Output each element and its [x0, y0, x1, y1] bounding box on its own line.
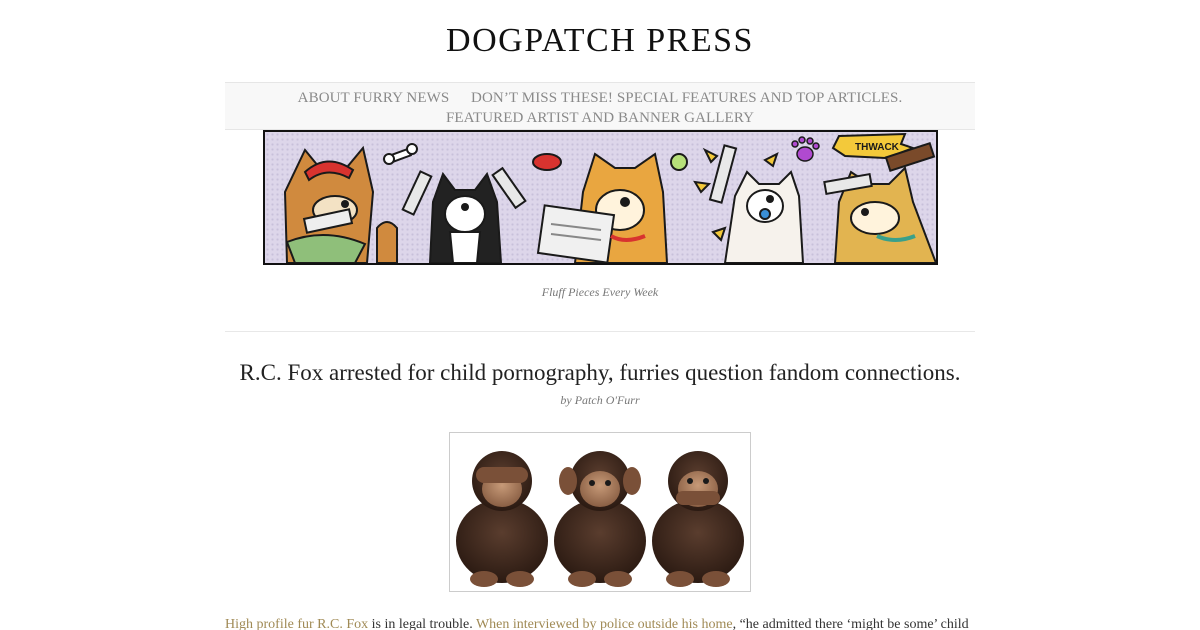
three-wise-monkeys-image[interactable] [449, 432, 751, 592]
post-byline[interactable]: by Patch O'Furr [0, 393, 1200, 408]
red-disc-icon [532, 153, 562, 171]
excerpt-text-2: , “he admitted there ‘might be some’ chi… [732, 617, 969, 630]
post-title[interactable]: R.C. Fox arrested for child pornography,… [0, 360, 1200, 386]
see-no-evil-monkey-icon [456, 451, 548, 587]
fox-character-icon [283, 145, 398, 263]
paw-print-icon [791, 136, 820, 162]
nav-item-special-features[interactable]: DON’T MISS THESE! SPECIAL FEATURES AND T… [471, 90, 902, 106]
nav-row-1: ABOUT FURRY NEWS DON’T MISS THESE! SPECI… [225, 88, 975, 108]
tan-fox-character-icon [823, 141, 936, 263]
excerpt-link-police-interview[interactable]: When interviewed by police outside his h… [476, 617, 733, 630]
header-divider [225, 331, 975, 332]
site-tagline: Fluff Pieces Every Week [541, 285, 659, 299]
thwack-label: THWACK [855, 142, 900, 153]
site-title[interactable]: DOGPATCH PRESS [0, 22, 1200, 60]
nav-item-banner-gallery[interactable]: FEATURED ARTIST AND BANNER GALLERY [446, 110, 754, 126]
banner-illustration: THWACK [283, 132, 936, 263]
speak-no-evil-monkey-icon [652, 451, 744, 587]
monkeys-illustration [456, 451, 744, 587]
husky-character-icon [401, 166, 527, 263]
header-banner-image[interactable]: THWACK [263, 130, 938, 265]
excerpt-text-1: is in legal trouble. [368, 617, 476, 630]
golden-dog-character-icon [536, 152, 669, 263]
main-navigation: ABOUT FURRY NEWS DON’T MISS THESE! SPECI… [225, 82, 975, 130]
excerpt-link-rc-fox[interactable]: High profile fur R.C. Fox [225, 617, 368, 630]
nav-row-2: FEATURED ARTIST AND BANNER GALLERY [225, 108, 975, 128]
white-dog-character-icon [708, 144, 805, 263]
bone-icon [383, 143, 418, 165]
nav-item-about-furry-news[interactable]: ABOUT FURRY NEWS [298, 90, 450, 106]
hear-no-evil-monkey-icon [554, 451, 646, 587]
tennis-ball-icon [670, 153, 688, 171]
post-excerpt: High profile fur R.C. Fox is in legal tr… [225, 617, 985, 630]
